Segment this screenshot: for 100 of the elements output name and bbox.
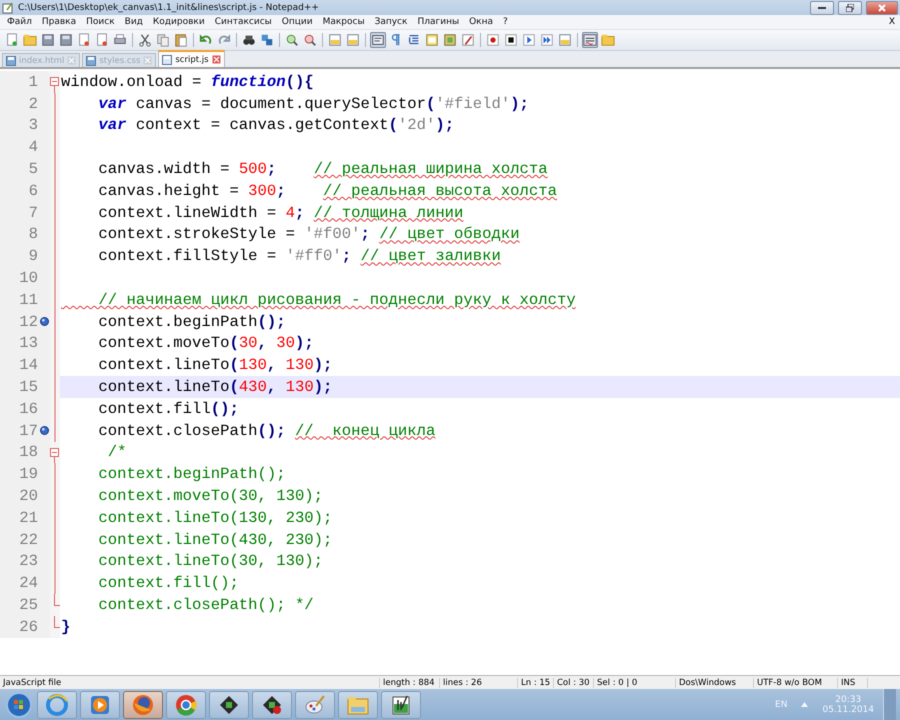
code-line: /* (106, 443, 127, 462)
code-line: context.lineTo(130, 230); (97, 508, 332, 527)
code-line: // начинаем цикл рисования - поднесли руку к холсту (97, 290, 576, 309)
cut-icon[interactable] (137, 32, 153, 48)
menu-item[interactable]: Вид (120, 17, 148, 27)
spellcheck-icon[interactable] (582, 32, 598, 48)
menu-item[interactable]: Синтаксисы (210, 17, 277, 27)
close-all-icon[interactable] (94, 32, 110, 48)
line-number: 22 (18, 530, 38, 549)
line-number: 17 (18, 422, 38, 440)
menu-item[interactable]: Кодировки (148, 17, 210, 27)
chrome-circle-icon (174, 692, 198, 716)
paste-icon[interactable] (173, 32, 189, 48)
replace-icon[interactable] (259, 32, 275, 48)
new-file-icon[interactable] (4, 32, 20, 48)
code-line: canvas.height = 300; // реальная высота холста (97, 182, 557, 200)
zoom-out-icon[interactable] (302, 32, 318, 48)
menu-item[interactable]: Запуск (370, 17, 412, 27)
code-line: context.fillStyle = '#ff0'; // цвет заливки (97, 247, 501, 266)
clock-time: 20:33 (835, 694, 862, 704)
line-number: 16 (18, 400, 38, 418)
line-number: 1 (28, 72, 38, 91)
code-line: var canvas = document.querySelector('#field'); (97, 94, 529, 113)
media-player-icon (89, 694, 111, 716)
code-line: context.fill(); (97, 574, 239, 592)
file-icon (162, 54, 172, 64)
file-tab[interactable]: script.js (158, 50, 225, 67)
line-number: 25 (18, 596, 38, 614)
line-number: 10 (18, 269, 38, 288)
open-folder-icon[interactable] (22, 32, 38, 48)
file-icon (86, 56, 96, 66)
record-icon[interactable] (485, 32, 501, 48)
close-button[interactable] (866, 0, 898, 14)
code-line: var context = canvas.getContext('2d'); (97, 116, 454, 134)
word-wrap-icon[interactable] (370, 32, 386, 48)
window-title: C:\Users\1\Desktop\ek_canvas\1.1_init&lines\script.js - Notepad++ (18, 2, 320, 12)
close-file-icon[interactable] (76, 32, 92, 48)
menu-item[interactable]: ? (498, 17, 513, 27)
play-multiple-icon[interactable] (539, 32, 555, 48)
start-orb-icon[interactable] (4, 690, 34, 718)
diamond-app-icon (218, 694, 240, 716)
clock-date: 05.11.2014 (822, 704, 874, 714)
line-number: 5 (28, 160, 38, 178)
minimize-icon (818, 6, 826, 10)
copy-icon[interactable] (155, 32, 171, 48)
play-icon[interactable] (521, 32, 537, 48)
close-tab-icon[interactable] (212, 55, 221, 64)
lines-label: lines : 26 (440, 678, 518, 688)
menu-item[interactable]: Файл (2, 17, 37, 27)
close-icon (878, 4, 886, 12)
restore-button[interactable] (838, 0, 862, 14)
save-macro-icon[interactable] (557, 32, 573, 48)
menu-item[interactable]: Правка (36, 17, 82, 27)
code-line: context.lineTo(430, 230); (97, 530, 332, 549)
taskbar-button[interactable] (209, 690, 249, 718)
function-list-icon[interactable] (460, 32, 476, 48)
menu-item[interactable]: Макросы (318, 17, 370, 27)
line-number: 19 (18, 465, 38, 484)
restore-icon (846, 4, 854, 12)
line-number: 15 (18, 378, 38, 396)
notepad-chart-icon (390, 694, 412, 716)
sync-horizontal-icon[interactable] (345, 32, 361, 48)
menu-item[interactable]: Окна (464, 17, 498, 27)
code-line: canvas.width = 500; // реальная ширина холста (97, 160, 548, 178)
code-line: context.lineTo(430, 130); (97, 378, 332, 396)
save-icon[interactable] (40, 32, 56, 48)
taskbar-button[interactable] (381, 690, 421, 718)
line-position-label: Ln : 15 (518, 678, 554, 688)
menu-item[interactable]: Опции (276, 17, 318, 27)
line-number: 11 (18, 290, 38, 309)
stop-icon[interactable] (503, 32, 519, 48)
code-line: context.lineWidth = 4; // толщина линии (97, 204, 464, 222)
line-number: 4 (28, 138, 38, 156)
line-number: 12 (18, 312, 38, 331)
code-line: context.beginPath(); (97, 312, 286, 331)
line-number: 18 (18, 443, 38, 462)
code-line: context.beginPath(); (97, 465, 286, 484)
taskbar-button[interactable] (252, 690, 292, 718)
line-number: 2 (28, 94, 38, 113)
minimize-button[interactable] (810, 0, 834, 14)
code-line: context.lineTo(30, 130); (97, 552, 324, 570)
line-number: 20 (18, 487, 38, 506)
code-line: context.lineTo(130, 130); (97, 356, 332, 374)
line-number: 7 (28, 204, 38, 222)
code-line: } (60, 618, 70, 636)
code-line: context.closePath(); // конец цикла (97, 422, 436, 440)
length-label: length : 884 (380, 678, 440, 688)
code-line: context.moveTo(30, 130); (97, 487, 324, 506)
line-number: 14 (18, 356, 38, 374)
insert-mode-label: INS (838, 678, 868, 688)
line-number: 13 (18, 334, 38, 352)
file-icon (6, 56, 16, 66)
menu-item[interactable]: Плагины (412, 17, 464, 27)
selection-label: Sel : 0 | 0 (594, 678, 676, 688)
close-document-button[interactable]: X (886, 17, 898, 27)
sync-vertical-icon[interactable] (327, 32, 343, 48)
line-number: 21 (18, 508, 38, 527)
save-all-icon[interactable] (58, 32, 74, 48)
zoom-in-icon[interactable] (284, 32, 300, 48)
menu-item[interactable]: Поиск (81, 17, 120, 27)
